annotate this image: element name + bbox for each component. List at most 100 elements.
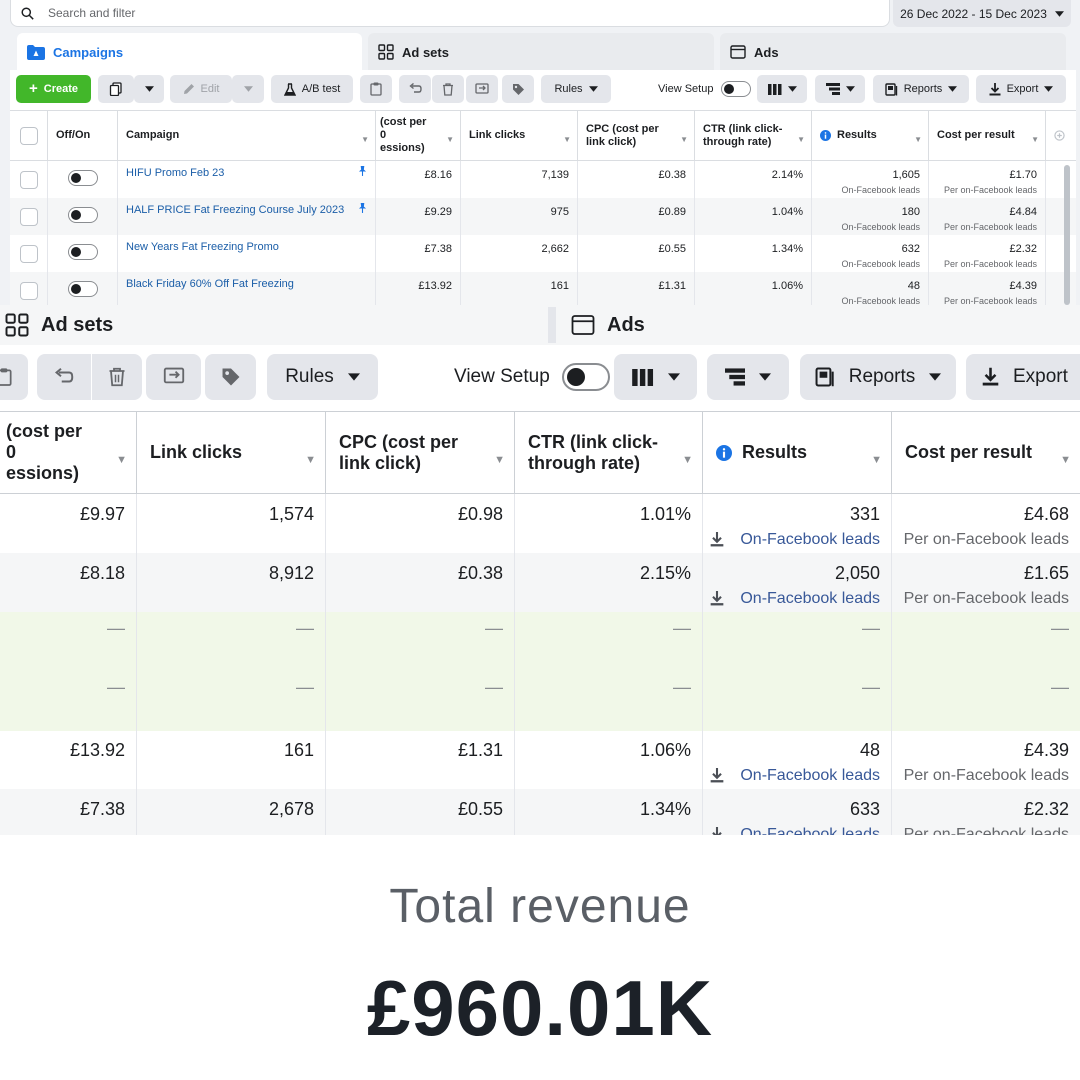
results-type-link[interactable]: On-Facebook leads	[703, 531, 880, 550]
date-range-picker[interactable]: 26 Dec 2022 - 15 Dec 2023	[893, 0, 1071, 27]
pin-icon[interactable]	[358, 203, 367, 213]
table-row[interactable]: £8.18 8,912 £0.38 2.15% 2,050 On-Facebook lea…	[0, 553, 1080, 613]
header-ctr[interactable]: CTR (link click-through rate) ▼	[695, 110, 812, 161]
cell-cost: £4.68 Per on-Facebook leads	[892, 494, 1080, 554]
view-setup-toggle[interactable]	[561, 363, 610, 391]
reports-label: Reports	[903, 83, 943, 95]
cell-value: —	[862, 618, 880, 638]
campaign-name-link[interactable]: HALF PRICE Fat Freezing Course July 2023	[126, 204, 344, 216]
select-all-checkbox[interactable]	[20, 127, 38, 145]
tab-campaigns[interactable]: Campaigns	[17, 33, 362, 71]
columns-button[interactable]	[614, 354, 697, 400]
row-checkbox[interactable]	[20, 208, 38, 226]
columns-button[interactable]	[757, 75, 807, 103]
view-setup-toggle[interactable]	[721, 81, 752, 97]
reports-button[interactable]: Reports	[800, 354, 956, 400]
clipboard-button[interactable]	[360, 75, 392, 103]
header-results[interactable]: Results ▼	[812, 110, 929, 161]
ab-test-label: A/B test	[301, 83, 341, 95]
cell-cost: £4.84 Per on-Facebook leads	[929, 198, 1046, 235]
tab-ads[interactable]: Ads	[720, 33, 1066, 71]
view-setup[interactable]: View Setup	[454, 354, 610, 400]
compare-button[interactable]	[146, 354, 201, 400]
header-cost-per-result[interactable]: Cost per result ▼	[929, 110, 1046, 161]
row-checkbox[interactable]	[20, 171, 38, 189]
cell-results: 48 On-Facebook leads	[703, 730, 892, 790]
table-row[interactable]: HALF PRICE Fat Freezing Course July 2023…	[10, 198, 1076, 235]
header-cpc[interactable]: CPC (cost per link click) ▼	[326, 411, 515, 494]
cell-link-clicks: 7,139	[461, 161, 578, 198]
delete-button[interactable]	[432, 75, 464, 103]
cell-value: £0.38	[658, 169, 686, 181]
duplicate-dropdown[interactable]	[134, 75, 164, 103]
reports-button[interactable]: Reports	[873, 75, 969, 103]
header-cpm[interactable]: (cost per 0 essions) ▼	[0, 411, 137, 494]
breakdown-button[interactable]	[815, 75, 865, 103]
table-row[interactable]: HIFU Promo Feb 23 £8.16 7,139 £0.38 2.14% 1,6…	[10, 161, 1076, 198]
header-cpc[interactable]: CPC (cost per link click) ▼	[578, 110, 695, 161]
delete-button[interactable]	[92, 354, 142, 400]
rules-button[interactable]: Rules	[267, 354, 378, 400]
caret-down-icon	[948, 86, 958, 92]
header-select-all[interactable]	[10, 110, 48, 161]
cell-subtext: Per on-Facebook leads	[903, 767, 1069, 784]
undo-button[interactable]	[37, 354, 91, 400]
tab-ads-zoomed[interactable]: Ads	[571, 305, 645, 345]
tag-button[interactable]	[205, 354, 256, 400]
clipboard-button[interactable]	[0, 354, 28, 400]
table-row[interactable]: £9.97 1,574 £0.98 1.01% 331 On-Facebook leads…	[0, 494, 1080, 554]
tab-ads-zoomed-label: Ads	[607, 313, 645, 336]
export-button[interactable]: Export	[976, 75, 1066, 103]
results-type-link[interactable]: On-Facebook leads	[703, 767, 880, 786]
tab-ad-sets[interactable]: Ad sets	[368, 33, 714, 71]
header-add-column[interactable]	[1046, 110, 1076, 161]
campaign-name-link[interactable]: HIFU Promo Feb 23	[126, 167, 224, 179]
export-button[interactable]: Export	[966, 354, 1080, 400]
table-row[interactable]: — — — — — —	[0, 612, 1080, 672]
edit-dropdown[interactable]	[232, 75, 264, 103]
campaign-toggle[interactable]	[68, 170, 98, 186]
duplicate-button[interactable]	[98, 75, 134, 103]
tab-ad-sets-zoomed[interactable]: Ad sets	[5, 305, 113, 345]
header-results[interactable]: Results ▼	[703, 411, 892, 494]
table-row[interactable]: New Years Fat Freezing Promo £7.38 2,662 £0…	[10, 235, 1076, 272]
tag-button[interactable]	[502, 75, 534, 103]
header-cost-per-result[interactable]: Cost per result ▼	[892, 411, 1080, 494]
header-ctr[interactable]: CTR (link click-through rate) ▼	[515, 411, 703, 494]
create-button[interactable]: + Create	[16, 75, 91, 103]
share-button[interactable]	[466, 75, 498, 103]
edit-button[interactable]: Edit	[170, 75, 232, 103]
campaign-toggle[interactable]	[68, 244, 98, 260]
header-cost-per-result-label: Cost per result	[905, 442, 1033, 462]
search-bar[interactable]: Search and filter	[10, 0, 890, 27]
cell-value: 7,139	[541, 169, 569, 181]
breakdown-button[interactable]	[707, 354, 789, 400]
campaign-name-link[interactable]: New Years Fat Freezing Promo	[126, 241, 279, 253]
cell-results: 633 On-Facebook leads	[703, 789, 892, 835]
header-cpm[interactable]: (cost per 0 essions) ▼	[376, 110, 461, 161]
table-row[interactable]: — — — — — —	[0, 671, 1080, 731]
campaign-toggle[interactable]	[68, 281, 98, 297]
header-link-clicks[interactable]: Link clicks ▼	[461, 110, 578, 161]
campaign-toggle[interactable]	[68, 207, 98, 223]
ab-test-button[interactable]: A/B test	[271, 75, 353, 103]
table-row[interactable]: £7.38 2,678 £0.55 1.34% 633 On-Facebook leads…	[0, 789, 1080, 835]
results-type-link[interactable]: On-Facebook leads	[703, 826, 880, 835]
rules-button[interactable]: Rules	[541, 75, 611, 103]
header-cpm-label: (cost per 0 essions)	[380, 116, 426, 155]
cell-ctr: 1.06%	[515, 730, 703, 790]
pin-icon[interactable]	[358, 166, 367, 176]
table-row[interactable]: £13.92 161 £1.31 1.06% 48 On-Facebook leads £4…	[0, 730, 1080, 790]
campaign-name-link[interactable]: Black Friday 60% Off Fat Freezing	[126, 278, 294, 290]
rules-label: Rules	[285, 366, 334, 387]
results-type-link[interactable]: On-Facebook leads	[703, 590, 880, 609]
header-link-clicks[interactable]: Link clicks ▼	[137, 411, 326, 494]
cell-value: £4.68	[1023, 504, 1069, 524]
view-setup[interactable]: View Setup	[658, 75, 752, 103]
row-checkbox[interactable]	[20, 282, 38, 300]
vertical-scrollbar[interactable]	[1064, 165, 1070, 305]
row-checkbox[interactable]	[20, 245, 38, 263]
header-campaign[interactable]: Campaign ▼	[118, 110, 376, 161]
table-row[interactable]: Black Friday 60% Off Fat Freezing £13.92 1…	[10, 272, 1076, 305]
undo-button[interactable]	[399, 75, 431, 103]
